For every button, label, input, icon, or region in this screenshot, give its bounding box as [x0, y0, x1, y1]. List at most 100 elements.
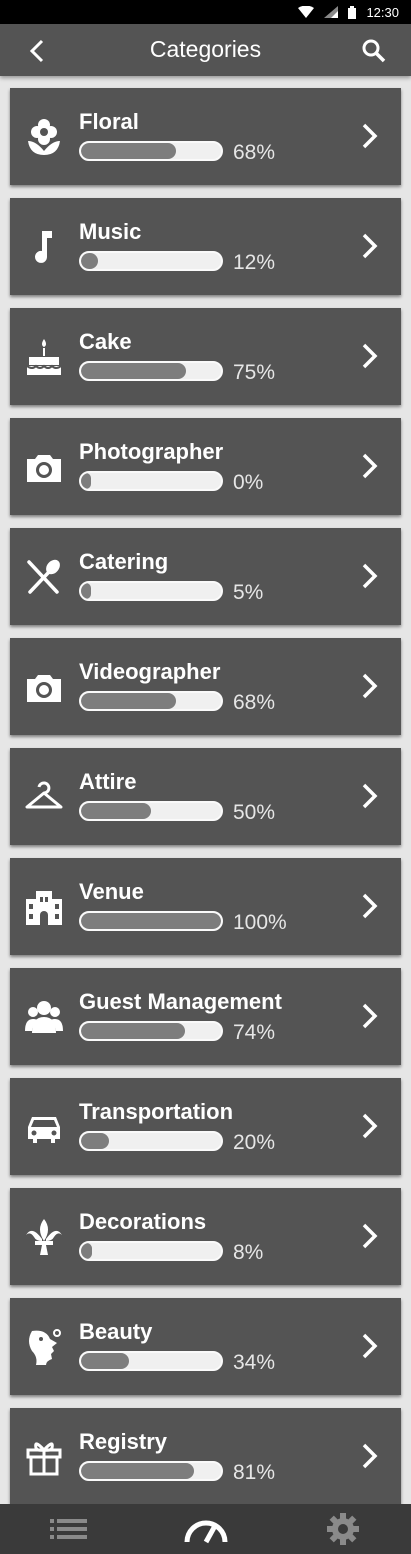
- progress-bar: [79, 251, 223, 271]
- progress-fill: [81, 1353, 129, 1369]
- status-time: 12:30: [366, 4, 399, 20]
- hanger-icon: [24, 777, 64, 817]
- progress-fill: [81, 143, 177, 159]
- category-label: Beauty: [79, 1319, 153, 1344]
- battery-icon: [348, 5, 357, 19]
- progress-bar: [79, 801, 223, 821]
- category-card-transportation[interactable]: Transportation 20%: [10, 1078, 401, 1175]
- chevron-right-icon: [362, 783, 378, 809]
- progress-percent: 68%: [233, 691, 276, 714]
- progress-percent: 81%: [233, 1461, 276, 1484]
- category-card-music[interactable]: Music 12%: [10, 198, 401, 295]
- progress-fill: [81, 693, 177, 709]
- chevron-right-icon: [362, 343, 378, 369]
- category-card-beauty[interactable]: Beauty 34%: [10, 1298, 401, 1395]
- progress-fill: [81, 913, 221, 929]
- car-icon: [24, 1107, 64, 1147]
- chevron-right-icon: [362, 1333, 378, 1359]
- progress-bar: [79, 1021, 223, 1041]
- category-label: Videographer: [79, 659, 221, 684]
- category-list[interactable]: Floral 68% Music 12% Cake 75% Photographer 0% Ca…: [0, 76, 411, 1504]
- gift-icon: [24, 1437, 64, 1477]
- progress-fill: [81, 1243, 93, 1259]
- nav-list[interactable]: [39, 1509, 99, 1549]
- wifi-icon: [298, 6, 315, 18]
- category-card-guest-management[interactable]: Guest Management 74%: [10, 968, 401, 1065]
- chevron-right-icon: [362, 1113, 378, 1139]
- flower-icon: [24, 117, 64, 157]
- signal-icon: [324, 6, 339, 18]
- category-card-cake[interactable]: Cake 75%: [10, 308, 401, 405]
- category-label: Registry: [79, 1429, 168, 1454]
- progress-bar: [79, 1131, 223, 1151]
- progress-fill: [81, 473, 91, 489]
- progress-fill: [81, 1133, 109, 1149]
- progress-bar: [79, 471, 223, 491]
- people-icon: [24, 997, 64, 1037]
- building-icon: [24, 887, 64, 927]
- category-card-venue[interactable]: Venue 100%: [10, 858, 401, 955]
- gauge-icon: [184, 1520, 227, 1544]
- page-title: Categories: [149, 36, 262, 62]
- progress-percent: 34%: [233, 1351, 276, 1374]
- bottom-nav: [0, 1504, 411, 1554]
- cake-icon: [24, 337, 64, 377]
- progress-percent: 0%: [233, 471, 264, 494]
- chevron-right-icon: [362, 893, 378, 919]
- chevron-right-icon: [362, 233, 378, 259]
- progress-bar: [79, 911, 223, 931]
- chevron-right-icon: [362, 673, 378, 699]
- fleur-de-lis-icon: [24, 1217, 64, 1257]
- category-card-photographer[interactable]: Photographer 0%: [10, 418, 401, 515]
- category-label: Floral: [79, 109, 139, 134]
- progress-bar: [79, 1351, 223, 1371]
- progress-percent: 5%: [233, 581, 264, 604]
- status-bar: 12:30: [0, 0, 411, 24]
- progress-percent: 74%: [233, 1021, 276, 1044]
- progress-bar: [79, 1461, 223, 1481]
- camera-icon: [24, 667, 64, 707]
- progress-percent: 100%: [233, 911, 287, 934]
- utensils-icon: [24, 557, 64, 597]
- category-card-floral[interactable]: Floral 68%: [10, 88, 401, 185]
- chevron-right-icon: [362, 1443, 378, 1469]
- chevron-right-icon: [362, 1003, 378, 1029]
- category-label: Attire: [79, 769, 137, 794]
- nav-dashboard[interactable]: [176, 1509, 236, 1549]
- list-icon: [49, 1519, 87, 1539]
- chevron-right-icon: [362, 1223, 378, 1249]
- category-label: Transportation: [79, 1099, 234, 1124]
- progress-bar: [79, 581, 223, 601]
- gear-icon: [326, 1513, 359, 1545]
- progress-percent: 68%: [233, 141, 276, 164]
- category-card-catering[interactable]: Catering 5%: [10, 528, 401, 625]
- app-bar: Categories: [0, 24, 411, 76]
- nav-settings[interactable]: [313, 1509, 373, 1549]
- progress-fill: [81, 363, 186, 379]
- progress-fill: [81, 1023, 185, 1039]
- camera-icon: [24, 447, 64, 487]
- progress-percent: 8%: [233, 1241, 264, 1264]
- chevron-right-icon: [362, 453, 378, 479]
- category-label: Music: [79, 219, 142, 244]
- progress-bar: [79, 361, 223, 381]
- progress-percent: 75%: [233, 361, 276, 384]
- category-card-registry[interactable]: Registry 81%: [10, 1408, 401, 1504]
- category-label: Decorations: [79, 1209, 207, 1234]
- progress-fill: [81, 803, 151, 819]
- category-card-decorations[interactable]: Decorations 8%: [10, 1188, 401, 1285]
- category-card-attire[interactable]: Attire 50%: [10, 748, 401, 845]
- music-note-icon: [24, 227, 64, 267]
- beauty-face-icon: [24, 1327, 64, 1367]
- category-card-videographer[interactable]: Videographer 68%: [10, 638, 401, 735]
- category-label: Catering: [79, 549, 169, 574]
- progress-bar: [79, 1241, 223, 1261]
- category-label: Venue: [79, 879, 144, 904]
- progress-bar: [79, 141, 223, 161]
- search-icon[interactable]: [359, 37, 389, 65]
- progress-fill: [81, 1463, 195, 1479]
- progress-percent: 12%: [233, 251, 276, 274]
- chevron-right-icon: [362, 123, 378, 149]
- category-label: Guest Management: [79, 989, 282, 1014]
- category-label: Cake: [79, 329, 132, 354]
